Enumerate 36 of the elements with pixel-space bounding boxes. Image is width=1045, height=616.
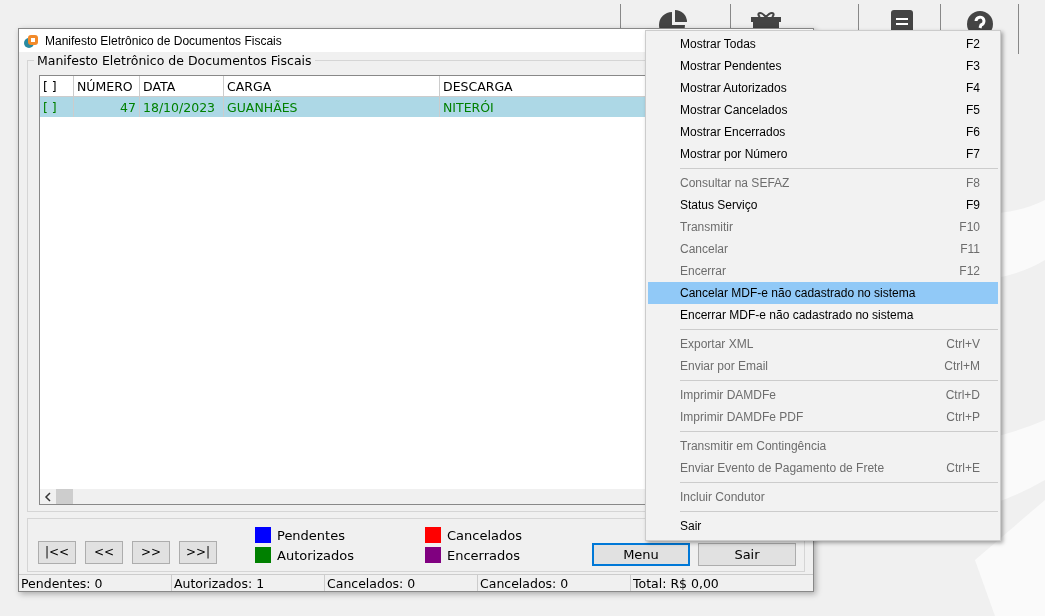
scroll-left-icon[interactable] (44, 491, 52, 502)
table-cell: GUANHÃES (227, 99, 298, 115)
legend-label: Pendentes (277, 527, 345, 543)
table-cell: 47 (120, 99, 136, 115)
legend-label: Autorizados (277, 547, 354, 563)
menu-item[interactable]: Mostrar Todas F2 (648, 33, 998, 55)
menu-item[interactable]: Mostrar Pendentes F3 (648, 55, 998, 77)
action-button[interactable]: Sair (698, 542, 796, 566)
scroll-thumb[interactable] (56, 489, 73, 505)
menu-item[interactable]: Mostrar Autorizados F4 (648, 77, 998, 99)
window-title: Manifesto Eletrônico de Documentos Fiscais (45, 33, 282, 48)
nav-button[interactable]: >>| (179, 540, 217, 564)
legend-label: Cancelados (447, 527, 522, 543)
menu-item[interactable]: Cancelar MDF-e não cadastrado no sistema (648, 282, 998, 304)
status-text: Cancelados: 0 (478, 575, 631, 591)
nav-button[interactable]: |<< (38, 540, 76, 564)
app-logo-icon (23, 32, 39, 49)
table-cell: NITERÓI (443, 99, 494, 115)
menu-item[interactable]: Mostrar Encerrados F6 (648, 121, 998, 143)
menu-item[interactable]: Mostrar por Número F7 (648, 143, 998, 165)
status-text: Autorizados: 1 (172, 575, 325, 591)
legend-label: Encerrados (447, 547, 520, 563)
status-text: Cancelados: 0 (325, 575, 478, 591)
menu-item[interactable]: Sair (648, 515, 998, 537)
action-button[interactable]: Menu (592, 542, 690, 566)
status-text: Total: R$ 0,00 (632, 575, 720, 591)
menu-item[interactable]: Status Serviço F9 (648, 194, 998, 216)
column-header[interactable]: NÚMERO (74, 76, 140, 97)
nav-button[interactable]: << (85, 540, 123, 564)
nav-button[interactable]: >> (132, 540, 170, 564)
column-header[interactable]: DATA (140, 76, 224, 97)
column-header[interactable]: [ ] (40, 76, 74, 97)
status-text: Pendentes: 0 (19, 575, 172, 591)
column-header[interactable]: CARGA (224, 76, 440, 97)
table-cell: 18/10/2023 (143, 99, 216, 115)
menu-item[interactable]: Encerrar MDF-e não cadastrado no sistema (648, 304, 998, 326)
